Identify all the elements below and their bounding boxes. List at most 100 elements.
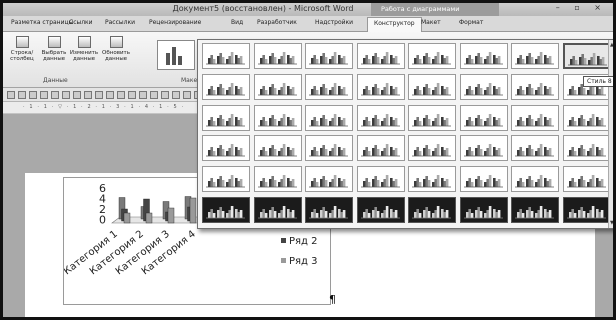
window-controls[interactable]: – ▫ × — [556, 3, 607, 12]
chart-style-31[interactable] — [511, 135, 559, 162]
chart-style-19[interactable] — [305, 104, 353, 131]
chart-style-13[interactable] — [408, 73, 456, 100]
tab-9[interactable]: Формат — [459, 19, 483, 26]
mini-bar — [595, 178, 599, 188]
toolbar-icon[interactable] — [84, 91, 92, 99]
toolbar-icon[interactable] — [7, 91, 15, 99]
toolbar-icon[interactable] — [62, 91, 70, 99]
scroll-down-icon[interactable]: ▼ — [610, 220, 613, 226]
chart-style-3[interactable] — [305, 43, 353, 69]
toolbar-icon[interactable] — [161, 91, 169, 99]
chart-style-28[interactable] — [356, 135, 405, 162]
toolbar-icon[interactable] — [128, 91, 136, 99]
scroll-up-icon[interactable]: ▲ — [610, 42, 613, 48]
bar-0-2[interactable] — [123, 212, 131, 224]
refresh-data-icon — [109, 36, 123, 48]
tab-6[interactable]: Надстройки — [315, 19, 353, 26]
toolbar-icon[interactable] — [40, 91, 48, 99]
chart-style-24[interactable] — [562, 104, 611, 131]
chart-style-37[interactable] — [408, 166, 456, 193]
chart-style-8[interactable] — [562, 43, 611, 69]
chart-style-36[interactable] — [356, 166, 405, 193]
chart-style-47[interactable] — [511, 197, 559, 223]
mini-bar — [519, 55, 522, 64]
toolbar-icon[interactable] — [172, 91, 180, 99]
bar-2-2[interactable] — [167, 207, 175, 224]
chart-style-41[interactable] — [202, 197, 250, 223]
chart-style-48[interactable] — [562, 197, 611, 223]
chart-style-11[interactable] — [305, 73, 353, 100]
chart-style-30[interactable] — [459, 135, 508, 162]
chart-style-35[interactable] — [305, 166, 353, 193]
chart-style-18[interactable] — [253, 104, 302, 131]
mini-bar — [228, 117, 231, 126]
ribbon-button-1[interactable]: Выбрать данные — [39, 34, 69, 62]
tab-3[interactable]: Рецензирование — [149, 19, 201, 26]
toolbar-icon[interactable] — [150, 91, 158, 99]
mini-bar — [497, 86, 500, 95]
toolbar-icon[interactable] — [95, 91, 103, 99]
chart-style-38[interactable] — [459, 166, 508, 193]
toolbar-icon[interactable] — [106, 91, 114, 99]
chart-style-5[interactable] — [408, 43, 456, 69]
chart-style-40[interactable] — [562, 166, 611, 193]
chart-style-15[interactable] — [511, 73, 559, 100]
chart-style-34[interactable] — [253, 166, 302, 193]
chart-style-21[interactable] — [408, 104, 456, 131]
chart-style-43[interactable] — [305, 197, 353, 223]
gallery-scrollbar[interactable]: ▲ ▼ — [608, 40, 613, 228]
chart-style-25[interactable] — [202, 135, 250, 162]
tab-8[interactable]: Макет — [421, 19, 441, 26]
chart-style-14[interactable] — [459, 73, 508, 100]
chart-style-10[interactable] — [253, 73, 302, 100]
tab-7[interactable]: Конструктор — [367, 17, 422, 32]
chart-style-1[interactable] — [202, 43, 250, 69]
chart-style-20[interactable] — [356, 104, 405, 131]
chart-style-7[interactable] — [511, 43, 559, 69]
chart-style-22[interactable] — [459, 104, 508, 131]
chart-style-6[interactable] — [459, 43, 508, 69]
mini-bar — [517, 150, 520, 157]
chart-style-42[interactable] — [253, 197, 302, 223]
chart-style-44[interactable] — [356, 197, 405, 223]
chart-style-45[interactable] — [408, 197, 456, 223]
chart-style-2[interactable] — [253, 43, 302, 69]
mini-bar — [259, 88, 263, 95]
toolbar-icon[interactable] — [139, 91, 147, 99]
mini-bar — [485, 86, 489, 95]
mini-bar — [288, 181, 292, 188]
ribbon-button-2[interactable]: Изменить данные — [69, 34, 99, 62]
chart-style-17[interactable] — [202, 104, 250, 131]
ribbon-button-3[interactable]: Обновить данные — [101, 34, 131, 62]
tab-1[interactable]: Ссылки — [69, 19, 93, 26]
toolbar-icon[interactable] — [18, 91, 26, 99]
chart-style-32[interactable] — [562, 135, 611, 162]
chart-style-39[interactable] — [511, 166, 559, 193]
toolbar-icon[interactable] — [29, 91, 37, 99]
bar-1-2[interactable] — [145, 212, 153, 224]
mini-bar — [570, 147, 574, 157]
toolbar-icon[interactable] — [117, 91, 125, 99]
chart-style-27[interactable] — [305, 135, 353, 162]
chart-style-46[interactable] — [459, 197, 508, 223]
toolbar-icon[interactable] — [51, 91, 59, 99]
chart-style-29[interactable] — [408, 135, 456, 162]
chart-style-12[interactable] — [356, 73, 405, 100]
tab-4[interactable]: Вид — [231, 19, 243, 26]
toolbar-icon[interactable] — [183, 91, 191, 99]
bar-3-2[interactable] — [189, 197, 197, 224]
tab-0[interactable]: Разметка страницы — [11, 19, 73, 26]
chart-style-33[interactable] — [202, 166, 250, 193]
mini-bar — [331, 56, 334, 64]
toolbar-icon[interactable] — [73, 91, 81, 99]
chart-style-23[interactable] — [511, 104, 559, 131]
chart-layout-thumbnail[interactable] — [157, 40, 195, 70]
tab-2[interactable]: Рассылки — [105, 19, 135, 26]
style-preview — [360, 175, 400, 188]
tab-5[interactable]: Разработчик — [257, 19, 297, 26]
chart-style-4[interactable] — [356, 43, 405, 69]
ribbon-button-0[interactable]: Строка/столбец — [7, 34, 37, 62]
chart-style-26[interactable] — [253, 135, 302, 162]
mini-bar — [474, 86, 478, 95]
chart-style-9[interactable] — [202, 73, 250, 100]
